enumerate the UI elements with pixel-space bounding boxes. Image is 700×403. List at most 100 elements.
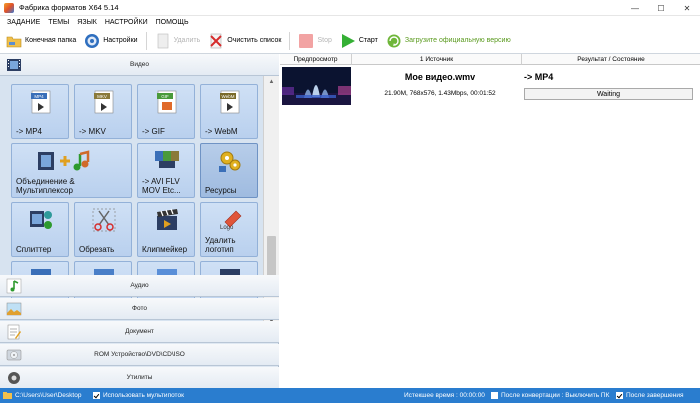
svg-text:GIF: GIF [161, 94, 169, 99]
gears-icon [219, 151, 241, 172]
stop-icon [299, 33, 314, 48]
tile-to-mkv-label: -> MKV [79, 127, 106, 136]
status-bar: C:\Users\User\Desktop Использовать мульт… [0, 388, 700, 403]
category-photo-label: Фото [132, 305, 147, 312]
multi-format-icon [155, 151, 179, 168]
svg-text:Logo: Logo [220, 225, 234, 231]
play-icon [341, 33, 355, 48]
column-result-status[interactable]: Результат / Состояние [522, 54, 700, 65]
category-audio-label: Аудио [130, 282, 149, 289]
eraser-logo-icon: Logo [220, 210, 242, 231]
svg-text:MKV: MKV [97, 94, 107, 99]
start-label: Старт [358, 37, 378, 44]
menu-language[interactable]: ЯЗЫК [77, 19, 97, 26]
tile-crop-label: Обрезать [79, 245, 115, 254]
tile-avi-flv-label: -> AVI FLV MOV Etc... [142, 177, 181, 195]
conversion-panel: Видео MP4 -> MP4 MKV -> MKV GIF -> GIF W… [0, 54, 279, 389]
category-video-label: Видео [130, 61, 149, 68]
fountain-preview-image [282, 67, 351, 105]
window-controls: — ☐ ✕ [622, 0, 700, 16]
multithread-checkbox[interactable] [93, 392, 100, 399]
after-convert-label: После конвертации : Выключить ПК [501, 392, 610, 399]
column-preview[interactable]: Предпросмотр [280, 54, 352, 65]
app-logo-icon [4, 2, 14, 13]
tile-to-gif[interactable]: GIF -> GIF [137, 84, 195, 139]
column-source[interactable]: 1 Источник [352, 54, 522, 65]
tile-to-avi-flv-mov[interactable]: -> AVI FLV MOV Etc... [137, 143, 195, 198]
tile-clipmaker[interactable]: Клипмейкер [137, 202, 195, 257]
category-utilities[interactable]: Утилиты [0, 367, 279, 389]
after-convert-checkbox[interactable] [491, 392, 498, 399]
minimize-button[interactable]: — [622, 0, 648, 16]
clear-list-label: Очистить список [227, 37, 282, 44]
settings-label: Настройки [103, 37, 138, 44]
output-path-text: C:\Users\User\Desktop [15, 392, 82, 399]
webm-file-icon: WebM [220, 90, 240, 114]
maximize-button[interactable]: ☐ [648, 0, 674, 16]
elapsed-time-text: Истекшее время : 00:00:00 [404, 392, 485, 399]
gif-file-icon: GIF [157, 90, 177, 114]
tile-clipmaker-label: Клипмейкер [142, 245, 188, 254]
tile-splitter-label: Сплиттер [16, 245, 52, 254]
upgrade-label: Загрузите официальную версию [404, 37, 511, 44]
stop-button[interactable]: Stop [298, 31, 332, 51]
task-list: Предпросмотр 1 Источник Результат / Сост… [280, 54, 700, 388]
category-video[interactable]: Видео [0, 54, 279, 76]
video-preview-thumbnail [282, 67, 351, 105]
multithread-label: Использовать мультипоток [103, 392, 184, 399]
category-rom-label: ROM Устройство\DVD\CD\ISO [94, 351, 185, 358]
task-status: Waiting [524, 88, 693, 100]
svg-text:WebM: WebM [222, 94, 235, 99]
tile-resources[interactable]: Ресурсы [200, 143, 258, 198]
category-document[interactable]: Документ [0, 321, 279, 343]
settings-button[interactable]: Настройки [84, 31, 138, 51]
joiner-film-music-icon [38, 150, 90, 171]
remove-doc-icon [157, 33, 168, 48]
tile-joiner-multiplexer[interactable]: Объединение & Мультиплексор [11, 143, 132, 198]
folder-icon [6, 36, 22, 47]
after-finish-checkbox[interactable] [616, 392, 623, 399]
category-document-label: Документ [125, 328, 154, 335]
output-folder-button[interactable]: Конечная папка [6, 31, 76, 51]
title-bar: Фабрика форматов X64 5.14 — ☐ ✕ [0, 0, 700, 16]
task-row[interactable]: Мое видео.wmv 21.90M, 768x576, 1.43Mbps,… [280, 66, 700, 106]
stop-label: Stop [317, 37, 332, 44]
category-utilities-label: Утилиты [126, 374, 153, 381]
disc-drive-icon [6, 349, 22, 361]
remove-label: Удалить [173, 37, 201, 44]
tile-splitter[interactable]: Сплиттер [11, 202, 69, 257]
remove-button[interactable]: Удалить [155, 31, 201, 51]
tools-icon [8, 372, 20, 384]
start-button[interactable]: Старт [340, 31, 378, 51]
menu-settings[interactable]: НАСТРОЙКИ [105, 19, 148, 26]
tile-to-webm[interactable]: WebM -> WebM [200, 84, 258, 139]
music-note-icon [6, 278, 22, 294]
tile-resources-label: Ресурсы [205, 186, 237, 195]
document-icon [7, 324, 21, 340]
close-button[interactable]: ✕ [674, 0, 700, 16]
output-path[interactable]: C:\Users\User\Desktop [3, 391, 81, 400]
source-file-name: Мое видео.wmv [404, 72, 476, 82]
tile-crop[interactable]: Обрезать [74, 202, 132, 257]
multithread-option[interactable]: Использовать мультипоток [93, 392, 184, 399]
scroll-up-arrow-icon[interactable]: ▲ [264, 76, 279, 88]
after-finish-option[interactable]: После завершения [616, 392, 684, 399]
mkv-file-icon: MKV [94, 90, 114, 114]
menu-help[interactable]: ПОМОЩЬ [156, 19, 189, 26]
category-photo[interactable]: Фото [0, 298, 279, 320]
tile-remove-logo[interactable]: Logo Удалить логотип [200, 202, 258, 257]
upgrade-link[interactable]: Загрузите официальную версию [386, 31, 511, 51]
after-convert-option[interactable]: После конвертации : Выключить ПК [491, 392, 609, 399]
menu-themes[interactable]: ТЕМЫ [48, 19, 69, 26]
scissors-icon [92, 208, 116, 232]
scrollbar-thumb[interactable] [267, 236, 276, 276]
tile-joiner-label: Объединение & Мультиплексор [16, 177, 75, 195]
folder-small-icon [3, 392, 12, 399]
tile-to-mp4[interactable]: MP4 -> MP4 [11, 84, 69, 139]
clear-list-button[interactable]: Очистить список [208, 31, 281, 51]
category-rom-dvd-cd[interactable]: ROM Устройство\DVD\CD\ISO [0, 344, 279, 366]
category-audio[interactable]: Аудио [0, 275, 279, 297]
clapperboard-icon [157, 208, 178, 230]
tile-to-mkv[interactable]: MKV -> MKV [74, 84, 132, 139]
menu-task[interactable]: ЗАДАНИЕ [7, 19, 40, 26]
